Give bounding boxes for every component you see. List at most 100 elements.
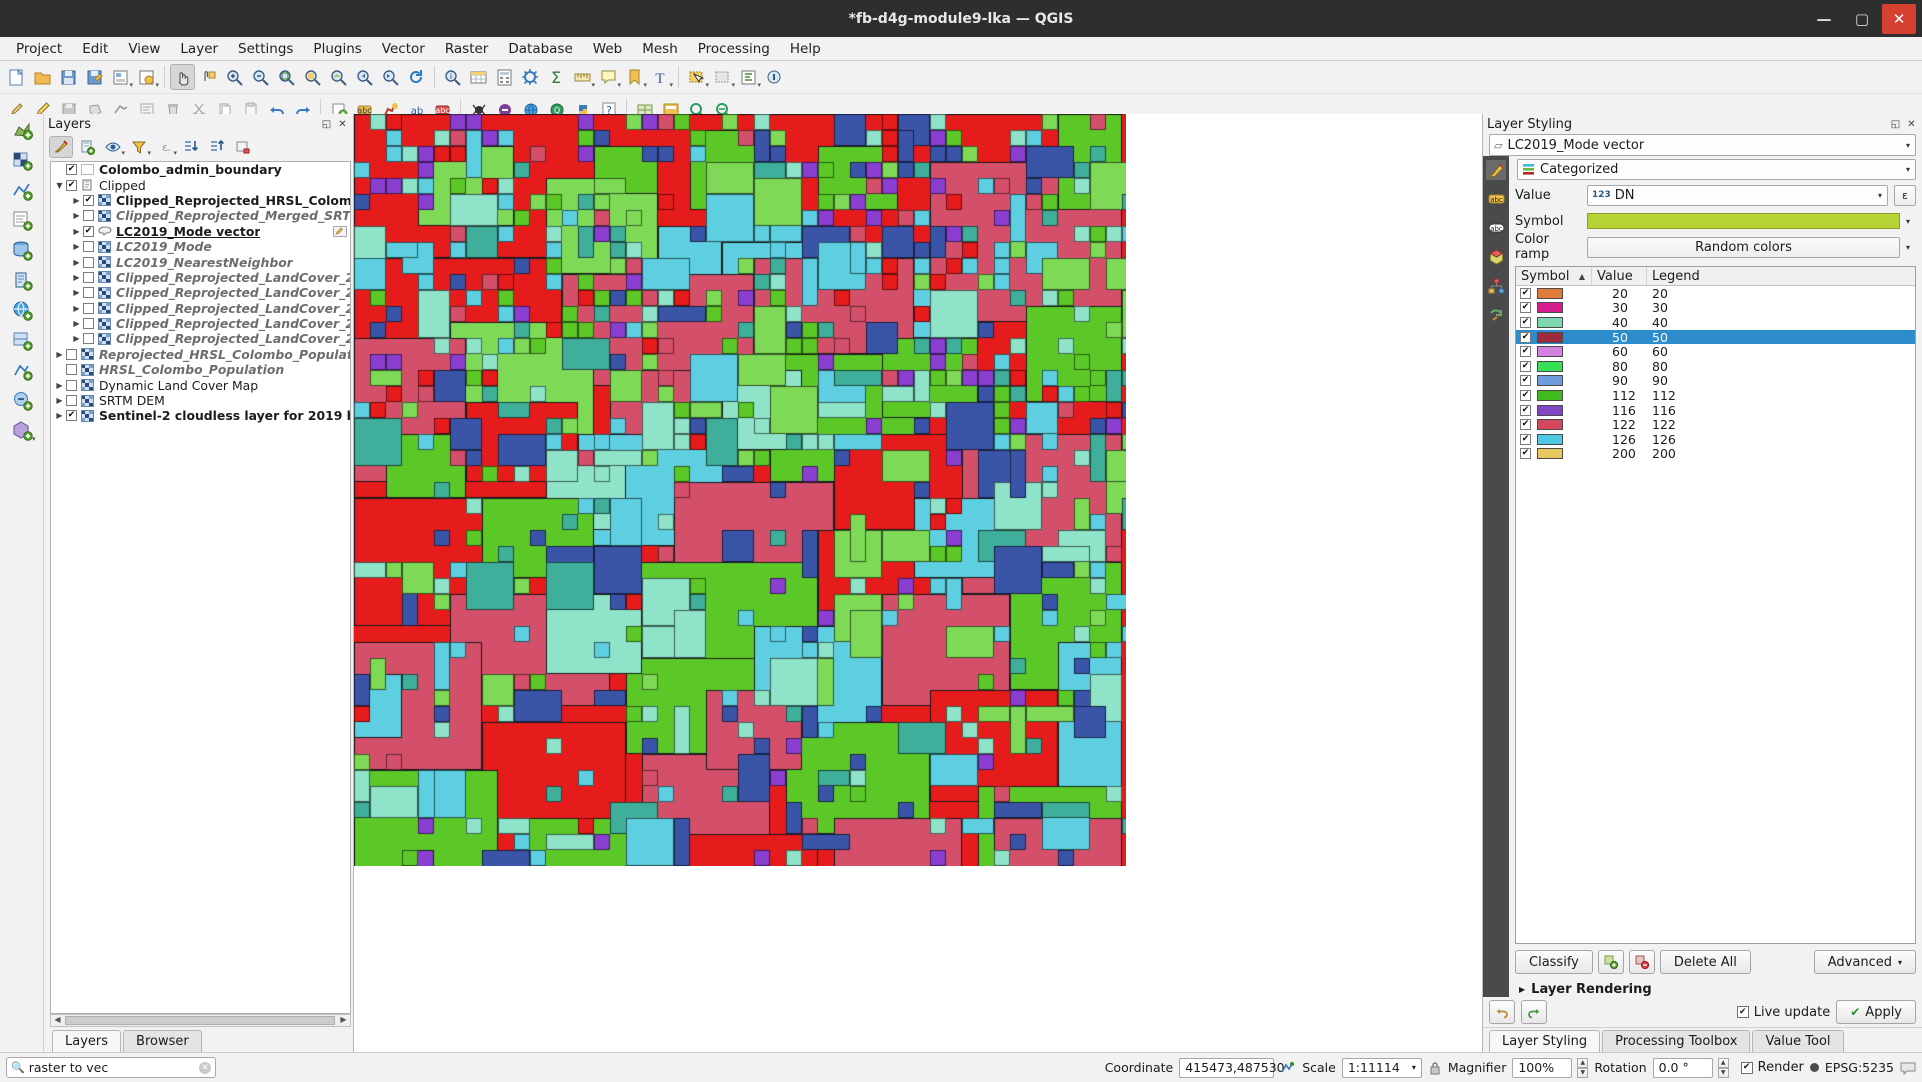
layer-tree-item[interactable]: ▶✔ Clipped_Reprojected_HRSL_Colombo_Po [51,193,350,208]
pan-to-selection-icon[interactable] [196,64,221,90]
expand-triangle-icon[interactable]: ▶ [70,334,83,343]
category-color-swatch[interactable] [1537,389,1563,401]
map-canvas[interactable] [354,114,1126,866]
col-header-legend[interactable]: Legend [1647,267,1915,285]
new-project-icon[interactable] [4,64,29,90]
add-wms-layer-icon[interactable] [8,296,36,324]
maximize-button[interactable]: ▢ [1844,4,1880,34]
add-postgis-layer-icon[interactable] [8,236,36,264]
processing-toolbox-icon[interactable] [518,64,543,90]
locator-search-input[interactable]: 🔍 raster to vec ✕ [6,1057,216,1078]
expand-triangle-icon[interactable]: ▶ [70,288,83,297]
category-row[interactable]: ✔ 126 126 [1516,432,1915,447]
expand-triangle-icon[interactable]: ▶ [70,319,83,328]
category-checkbox[interactable]: ✔ [1520,287,1531,299]
add-group-icon[interactable] [75,136,99,158]
category-checkbox[interactable]: ✔ [1520,331,1531,343]
category-legend[interactable]: 60 [1647,344,1915,359]
zoom-in-icon[interactable] [222,64,247,90]
menu-plugins[interactable]: Plugins [303,39,371,59]
layer-scroll-thumb[interactable] [65,1016,335,1025]
expand-triangle-icon[interactable]: ▶ [70,227,83,236]
refresh-icon[interactable] [404,64,429,90]
category-color-swatch[interactable] [1537,346,1563,358]
layer-tree-item[interactable]: ▶ Dynamic Land Cover Map [51,377,350,393]
diagrams-icon[interactable] [1486,276,1506,296]
layer-visibility-checkbox[interactable] [66,348,77,360]
category-legend[interactable]: 20 [1647,286,1915,301]
clear-search-icon[interactable]: ✕ [199,1061,211,1074]
open-layer-styling-panel-icon[interactable] [49,135,73,158]
toggle-extents-icon[interactable] [1280,1060,1296,1076]
layer-tree-hscrollbar[interactable]: ◀ ▶ [50,1014,351,1027]
delete-category-button[interactable] [1628,950,1655,974]
category-color-swatch[interactable] [1537,419,1563,431]
menu-help[interactable]: Help [780,39,831,59]
category-checkbox[interactable]: ✔ [1520,389,1531,401]
menu-web[interactable]: Web [583,39,632,59]
chevron-down-icon[interactable]: ▾ [1906,141,1913,150]
expand-triangle-icon[interactable]: ▶ [53,411,66,420]
category-checkbox[interactable]: ✔ [1520,346,1531,358]
magnifier-value[interactable]: 100% [1512,1057,1573,1078]
classify-button[interactable]: Classify [1515,950,1593,974]
category-legend[interactable]: 40 [1647,315,1915,330]
scale-chevron-down-icon[interactable]: ▾ [1412,1063,1416,1072]
pan-map-icon[interactable] [170,64,195,90]
category-row[interactable]: ✔ 60 60 [1516,344,1915,359]
apply-button[interactable]: ✔ Apply [1836,1000,1916,1024]
menu-project[interactable]: Project [6,39,72,59]
layer-visibility-checkbox[interactable]: ✔ [66,179,77,191]
add-wcs-layer-icon[interactable] [8,326,36,354]
category-legend[interactable]: 200 [1647,446,1915,461]
layer-scroll-right-arrow[interactable]: ▶ [337,1015,350,1026]
field-calculator-icon[interactable] [492,64,517,90]
layer-tree-item[interactable]: ▶ Clipped_Reprojected_Merged_SRTM [51,208,350,223]
category-checkbox[interactable]: ✔ [1520,404,1531,416]
category-color-swatch[interactable] [1537,433,1563,445]
category-value[interactable]: 40 [1592,315,1647,330]
add-spatialite-layer-icon[interactable] [8,266,36,294]
labels-icon[interactable]: abc [1486,189,1506,209]
category-value[interactable]: 50 [1592,330,1647,345]
coordinate-value[interactable]: 415473,487530 [1179,1057,1285,1078]
menu-database[interactable]: Database [498,39,582,59]
value-chevron-down-icon[interactable]: ▾ [1878,191,1885,200]
menu-vector[interactable]: Vector [372,39,435,59]
color-ramp-selector[interactable]: Random colors [1587,236,1900,258]
zoom-out-icon[interactable] [248,64,273,90]
add-vector-layer-icon[interactable] [8,116,36,144]
layer-tree-item[interactable]: ▶ Clipped_Reprojected_LandCover_2015 [51,331,350,346]
category-value[interactable]: 80 [1592,359,1647,374]
menu-settings[interactable]: Settings [228,39,303,59]
layer-rendering-section[interactable]: ▶ Layer Rendering [1515,978,1916,997]
category-checkbox[interactable]: ✔ [1520,316,1531,328]
close-button[interactable]: ✕ [1882,3,1916,34]
rotation-value[interactable]: 0.0 ° [1652,1057,1713,1078]
layer-visibility-checkbox[interactable] [83,318,94,330]
category-row[interactable]: ✔ 20 20 [1516,286,1915,301]
expand-all-icon[interactable] [179,136,203,158]
category-value[interactable]: 126 [1592,432,1647,447]
expand-triangle-icon[interactable]: ▶ [53,396,66,405]
category-color-swatch[interactable] [1537,448,1563,460]
category-row[interactable]: ✔ 50 50 [1516,330,1915,345]
layer-tree-item[interactable]: ▶ Reprojected_HRSL_Colombo_Population [51,347,350,362]
tab-layer-styling[interactable]: Layer Styling [1489,1030,1601,1052]
category-legend[interactable]: 50 [1647,330,1915,345]
category-checkbox[interactable]: ✔ [1520,360,1531,372]
menu-processing[interactable]: Processing [688,39,780,59]
layer-tree-item[interactable]: ▼ ✔ Clipped [51,177,350,193]
map-canvas-container[interactable] [354,114,1482,1052]
add-raster-layer-icon[interactable] [8,146,36,174]
identify-features-icon[interactable]: i [440,64,465,90]
layer-edit-pencil-icon[interactable] [333,225,347,237]
add-delimited-text-layer-icon[interactable] [8,206,36,234]
layer-tree-item[interactable]: ▶ LC2019_NearestNeighbor [51,254,350,270]
delete-all-button[interactable]: Delete All [1659,950,1751,974]
expand-triangle-icon[interactable]: ▶ [53,350,66,359]
layer-tree-item[interactable]: ▶ Clipped_Reprojected_LandCover_2016 [51,316,350,331]
layer-visibility-checkbox[interactable] [83,210,94,222]
layer-tree-item[interactable]: ▶ Clipped_Reprojected_LandCover_2019 [51,270,350,285]
scale-value[interactable]: 1:11114 ▾ [1341,1057,1422,1078]
